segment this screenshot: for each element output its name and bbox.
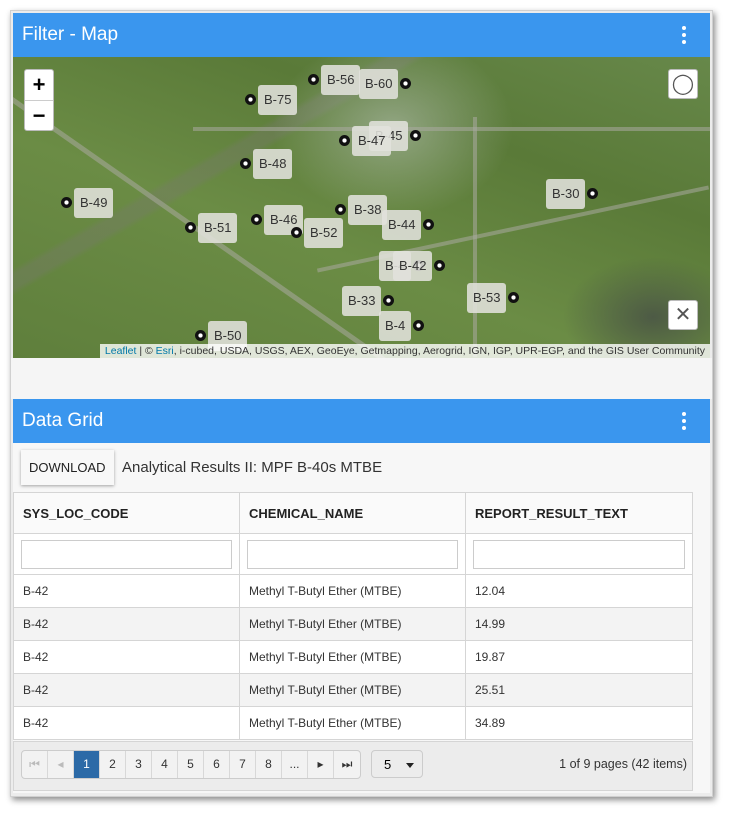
page-buttons: ⏮ ◂ 1 2 3 4 5 6 7 8 ... ▸ ⏭ (21, 750, 361, 779)
map-marker[interactable]: B-44 (382, 210, 435, 240)
cell: 14.99 (465, 607, 693, 641)
download-button[interactable]: DOWNLOAD (21, 450, 114, 485)
cell: B-42 (13, 640, 240, 674)
map-marker[interactable]: B-60 (359, 69, 412, 99)
map-marker[interactable]: B-56 (308, 65, 361, 95)
map-marker[interactable]: B-75 (245, 85, 298, 115)
cell: 34.89 (465, 706, 693, 740)
marker-label: B-33 (348, 293, 376, 308)
map-panel-title: Filter - Map (22, 24, 119, 45)
marker-label: B-4 (385, 318, 406, 333)
cell: Methyl T-Butyl Ether (MTBE) (239, 574, 466, 608)
map-marker[interactable]: B-53 (467, 283, 520, 313)
zoom-control: + − (24, 69, 54, 131)
page-button[interactable]: 3 (126, 751, 152, 778)
leaflet-link[interactable]: Leaflet (105, 345, 137, 357)
map-marker[interactable]: B-47 (339, 126, 392, 156)
page-size-select[interactable]: 5 (371, 750, 423, 778)
dashboard-frame: Filter - Map + − ◯ ✕ B-56 B-60 B-75 B-45… (10, 10, 713, 797)
grid-panel-header: Data Grid (13, 399, 710, 443)
marker-label: B-52 (310, 225, 338, 240)
column-header[interactable]: CHEMICAL_NAME (239, 492, 466, 534)
marker-label: B-48 (259, 156, 287, 171)
cell: Methyl T-Butyl Ether (MTBE) (239, 706, 466, 740)
table-row[interactable]: B-42 Methyl T-Butyl Ether (MTBE) 25.51 (13, 673, 693, 707)
zoom-out-button[interactable]: − (25, 100, 53, 130)
map-panel-header: Filter - Map (13, 13, 710, 57)
map-marker[interactable]: B-42 (393, 251, 446, 281)
cell: Methyl T-Butyl Ether (MTBE) (239, 607, 466, 641)
marker-label: B-44 (388, 217, 416, 232)
marker-label: B-46 (270, 212, 298, 227)
cell: B-42 (13, 607, 240, 641)
column-header[interactable]: REPORT_RESULT_TEXT (465, 492, 693, 534)
marker-label: B-42 (399, 258, 427, 273)
lasso-icon[interactable]: ◯ (668, 69, 698, 99)
marker-label: B-38 (354, 202, 382, 217)
map-marker[interactable]: B-4 (379, 311, 425, 341)
filter-sys-loc-code[interactable] (21, 539, 232, 569)
map-marker[interactable]: B-51 (185, 213, 238, 243)
attribution-sep: | © (136, 345, 156, 357)
kebab-icon[interactable] (682, 26, 686, 44)
close-icon[interactable]: ✕ (668, 300, 698, 330)
marker-label: B-56 (327, 72, 355, 87)
last-page-button[interactable]: ⏭ (334, 751, 360, 778)
map-marker[interactable]: B-48 (240, 149, 293, 179)
page-button[interactable]: 6 (204, 751, 230, 778)
map-marker[interactable]: B-52 (291, 218, 344, 248)
map-marker[interactable]: B-30 (546, 179, 599, 209)
caret-down-icon (406, 763, 414, 772)
page-button[interactable]: 1 (74, 751, 100, 778)
table-row[interactable]: B-42 Methyl T-Butyl Ether (MTBE) 14.99 (13, 607, 693, 641)
cell: 25.51 (465, 673, 693, 707)
page-button[interactable]: 4 (152, 751, 178, 778)
zoom-in-button[interactable]: + (25, 70, 53, 100)
marker-label: B-30 (552, 186, 580, 201)
page-button[interactable]: 8 (256, 751, 282, 778)
data-grid: DOWNLOAD Analytical Results II: MPF B-40… (13, 443, 710, 793)
panel-gap (11, 358, 712, 399)
marker-label: B-53 (473, 290, 501, 305)
cell: 12.04 (465, 574, 693, 608)
filter-report-result[interactable] (473, 539, 685, 569)
page-button[interactable]: 2 (100, 751, 126, 778)
grid-panel-title: Data Grid (22, 410, 104, 431)
first-page-button[interactable]: ⏮ (22, 751, 48, 778)
map-marker[interactable]: B-33 (342, 286, 395, 316)
cell: B-42 (13, 706, 240, 740)
column-header[interactable]: SYS_LOC_CODE (13, 492, 240, 534)
table-row[interactable]: B-42 Methyl T-Butyl Ether (MTBE) 12.04 (13, 574, 693, 608)
table-row[interactable]: B-42 Methyl T-Butyl Ether (MTBE) 34.89 (13, 706, 693, 740)
pager: ⏮ ◂ 1 2 3 4 5 6 7 8 ... ▸ ⏭ 5 1 of 9 pag… (13, 741, 693, 791)
marker-label: B-60 (365, 76, 393, 91)
table-row[interactable]: B-42 Methyl T-Butyl Ether (MTBE) 19.87 (13, 640, 693, 674)
marker-label: B-50 (214, 328, 242, 343)
map-view[interactable]: + − ◯ ✕ B-56 B-60 B-75 B-45 B-47 B-48 B-… (13, 57, 710, 358)
cell: Methyl T-Butyl Ether (MTBE) (239, 640, 466, 674)
page-button[interactable]: 5 (178, 751, 204, 778)
results-table: SYS_LOC_CODE CHEMICAL_NAME REPORT_RESULT… (13, 492, 693, 740)
grid-title: Analytical Results II: MPF B-40s MTBE (122, 459, 383, 476)
marker-label: B-47 (358, 133, 386, 148)
map-marker[interactable]: B-49 (61, 188, 114, 218)
marker-label: B-49 (80, 195, 108, 210)
esri-link[interactable]: Esri (156, 345, 174, 357)
marker-label: B-75 (264, 92, 292, 107)
more-pages-button[interactable]: ... (282, 751, 308, 778)
pager-info: 1 of 9 pages (42 items) (559, 757, 687, 771)
kebab-icon[interactable] (682, 412, 686, 430)
next-page-button[interactable]: ▸ (308, 751, 334, 778)
prev-page-button[interactable]: ◂ (48, 751, 74, 778)
attribution-text: , i-cubed, USDA, USGS, AEX, GeoEye, Getm… (173, 345, 705, 357)
filter-chemical-name[interactable] (247, 539, 458, 569)
page-button[interactable]: 7 (230, 751, 256, 778)
marker-label: B-51 (204, 220, 232, 235)
page-size-value: 5 (384, 757, 392, 772)
cell: B-42 (13, 574, 240, 608)
map-attribution: Leaflet | © Esri, i-cubed, USDA, USGS, A… (99, 344, 710, 358)
cell: Methyl T-Butyl Ether (MTBE) (239, 673, 466, 707)
cell: 19.87 (465, 640, 693, 674)
cell: B-42 (13, 673, 240, 707)
